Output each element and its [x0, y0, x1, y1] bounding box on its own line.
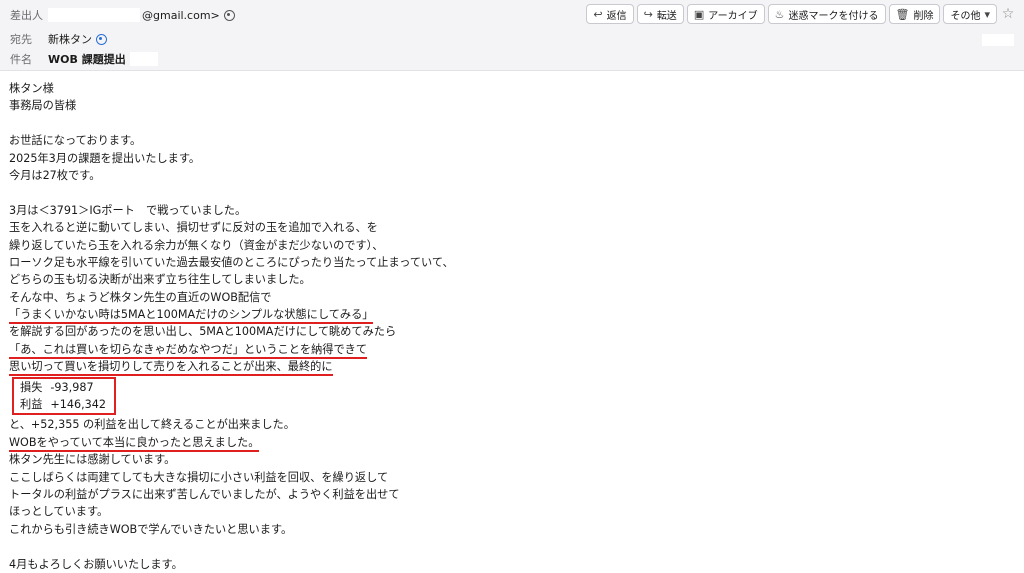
body-line: 株タン様: [9, 82, 54, 95]
redacted-area: [129, 52, 158, 66]
subject-label: 件名: [10, 53, 32, 66]
archive-icon: ▣: [693, 7, 705, 21]
underlined-text: 思い切って買いを損切りして売りを入れることが出来、最終的に: [9, 360, 333, 377]
body-line: を解説する回があったのを思い出し、5MAと100MAだけにして眺めてみたら: [9, 325, 397, 339]
body-line: 事務局の皆様: [9, 99, 77, 113]
loss-row: 損失 -93,987: [20, 379, 106, 396]
underlined-quote: 「うまくいかない時は5MAと100MAだけのシンプルな状態にしてみる」: [9, 308, 374, 325]
body-line: 4月もよろしくお願いいたします。: [9, 557, 183, 571]
forward-button[interactable]: ↪ 転送: [636, 4, 684, 24]
body-line: 思い切って買いを損切りして売りを入れることが出来、最終的に: [9, 358, 1009, 377]
body-line: 3月は＜3791＞IGポート で戦っていました。: [9, 203, 247, 217]
body-line: 「うまくいかない時は5MAと100MAだけのシンプルな状態にしてみる」: [9, 306, 1009, 325]
forward-icon: ↪: [643, 7, 653, 21]
message-toolbar: ↩ 返信 ↪ 転送 ▣ アーカイブ ♨ 迷惑マークを付ける 🗑 削除 その他 ▾ ☆: [586, 4, 1016, 24]
body-line: 今月は27枚です。: [9, 168, 101, 182]
profit-row: 利益 +146,342: [20, 396, 106, 413]
reply-button[interactable]: ↩ 返信: [586, 4, 634, 24]
trash-icon: 🗑: [895, 7, 910, 21]
body-line: ほっとしています。: [9, 505, 109, 519]
contact-icon[interactable]: [223, 9, 235, 21]
from-label: 差出人: [10, 9, 43, 22]
body-line: と、+52,355 の利益を出して終えることが出来ました。: [9, 418, 295, 432]
redacted-area: [982, 34, 1014, 46]
reply-icon: ↩: [593, 7, 603, 21]
star-icon[interactable]: ☆: [1000, 4, 1016, 24]
message-header: 差出人 @gmail.com> 宛先 新株タン 件名 WOB 課題提出 ↩ 返信 …: [0, 0, 1024, 71]
body-line: これからも引き続きWOBで学んでいきたいと思います。: [9, 522, 293, 536]
body-line: お世話になっております。: [9, 134, 142, 148]
contact-icon[interactable]: [96, 33, 107, 45]
body-line: どちらの玉も切る決断が出来ず立ち往生してしまいました。: [9, 273, 311, 287]
body-line: 繰り返していたら玉を入れる余力が無くなり（資金がまだ少ないのです）、: [9, 238, 384, 252]
body-line: 2025年3月の課題を提出いたします。: [9, 151, 201, 165]
body-line: そんな中、ちょうど株タン先生の直近のWOB配信で: [9, 290, 272, 304]
junk-icon: ♨: [774, 7, 785, 21]
to-row: 宛先 新株タン: [10, 28, 107, 50]
underlined-text: WOBをやっていて本当に良かったと思えました。: [9, 436, 260, 452]
chevron-down-icon: ▾: [984, 7, 990, 21]
body-line: トータルの利益がプラスに出来ず苦しんでいましたが、ようやく利益を出せて: [9, 487, 400, 501]
subject-row: 件名 WOB 課題提出: [10, 48, 158, 70]
from-address[interactable]: @gmail.com>: [142, 9, 220, 22]
loss-label: 損失: [20, 380, 43, 394]
delete-button[interactable]: 🗑 削除: [888, 4, 941, 24]
body-line: ローソク足も水平線を引いていた過去最安値のところにぴったり当たって止まっていて、: [9, 255, 454, 269]
junk-button[interactable]: ♨ 迷惑マークを付ける: [767, 4, 886, 24]
archive-button[interactable]: ▣ アーカイブ: [686, 4, 765, 24]
body-line: 株タン先生には感謝しています。: [9, 453, 176, 467]
profit-label: 利益: [20, 398, 43, 412]
to-address[interactable]: 新株タン: [48, 31, 92, 47]
to-label: 宛先: [10, 33, 32, 46]
underlined-quote: 「あ、これは買いを切らなきゃだめなやつだ」ということを納得できて: [9, 343, 368, 359]
redacted-area: [48, 8, 140, 22]
body-line: ここしばらくは両建てしても大きな損切に小さい利益を回収、を繰り返して: [9, 470, 389, 484]
body-line: 「あ、これは買いを切らなきゃだめなやつだ」ということを納得できて: [9, 341, 1009, 359]
body-line: WOBをやっていて本当に良かったと思えました。: [9, 434, 1009, 452]
more-button[interactable]: その他 ▾: [943, 4, 997, 24]
loss-value: -93,987: [50, 380, 94, 394]
profit-value: +146,342: [50, 398, 107, 412]
result-box: 損失 -93,987 利益 +146,342: [12, 376, 117, 416]
subject-text: WOB 課題提出: [48, 53, 126, 66]
from-row: 差出人 @gmail.com>: [10, 4, 235, 26]
body-line: 玉を入れると逆に動いてしまい、損切せずに反対の玉を追加で入れる、を: [9, 221, 378, 235]
message-body: 株タン様 事務局の皆様 お世話になっております。 2025年3月の課題を提出いた…: [9, 80, 1009, 573]
